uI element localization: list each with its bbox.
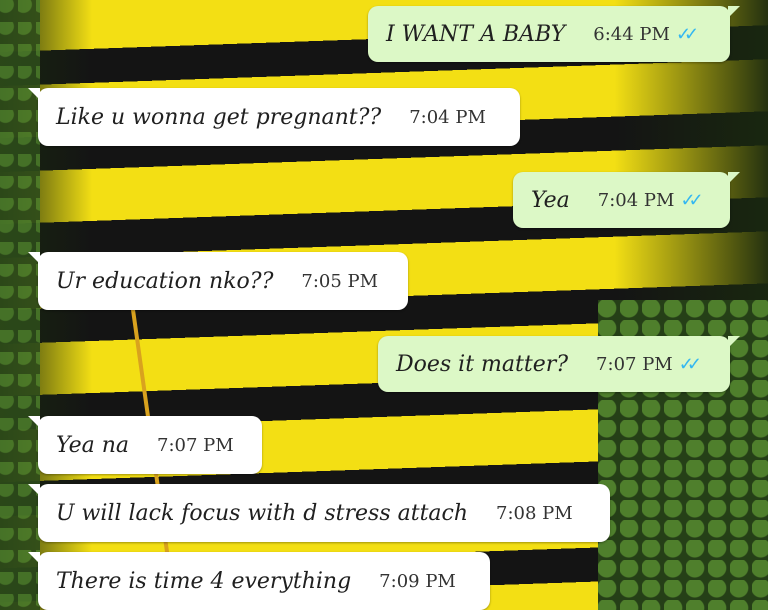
- message-bubble-incoming[interactable]: Like u wonna get pregnant?? 7:04 PM: [28, 88, 520, 146]
- read-receipt-icon: ✓✓: [678, 353, 702, 375]
- message-bubble-outgoing[interactable]: I WANT A BABY 6:44 PM ✓✓: [368, 6, 740, 62]
- read-receipt-icon: ✓✓: [680, 189, 703, 211]
- message-time: 7:04 PM: [597, 189, 675, 211]
- message-text: There is time 4 everything: [56, 568, 352, 594]
- message-text: Ur education nko??: [56, 268, 274, 294]
- message-text: Yea: [531, 187, 570, 213]
- message-time: 7:07 PM: [596, 353, 673, 375]
- message-time: 7:04 PM: [409, 106, 486, 128]
- message-time: 7:09 PM: [379, 570, 456, 592]
- message-bubble-outgoing[interactable]: Does it matter? 7:07 PM ✓✓: [378, 336, 740, 392]
- message-text: Does it matter?: [396, 351, 569, 377]
- message-time: 7:07 PM: [157, 434, 234, 456]
- message-text: U will lack focus with d stress attach: [56, 500, 469, 526]
- read-receipt-icon: ✓✓: [675, 23, 699, 45]
- message-bubble-incoming[interactable]: U will lack focus with d stress attach 7…: [28, 484, 610, 542]
- message-time: 7:05 PM: [301, 270, 379, 292]
- message-bubble-outgoing[interactable]: Yea 7:04 PM ✓✓: [513, 172, 740, 228]
- message-text: Like u wonna get pregnant??: [56, 104, 382, 130]
- message-time: 7:08 PM: [496, 502, 573, 524]
- message-time: 6:44 PM: [593, 23, 670, 45]
- message-bubble-incoming[interactable]: Yea na 7:07 PM: [28, 416, 262, 474]
- message-text: Yea na: [56, 432, 130, 458]
- message-bubble-incoming[interactable]: There is time 4 everything 7:09 PM: [28, 552, 490, 610]
- message-text: I WANT A BABY: [386, 21, 566, 47]
- message-bubble-incoming[interactable]: Ur education nko?? 7:05 PM: [28, 252, 408, 310]
